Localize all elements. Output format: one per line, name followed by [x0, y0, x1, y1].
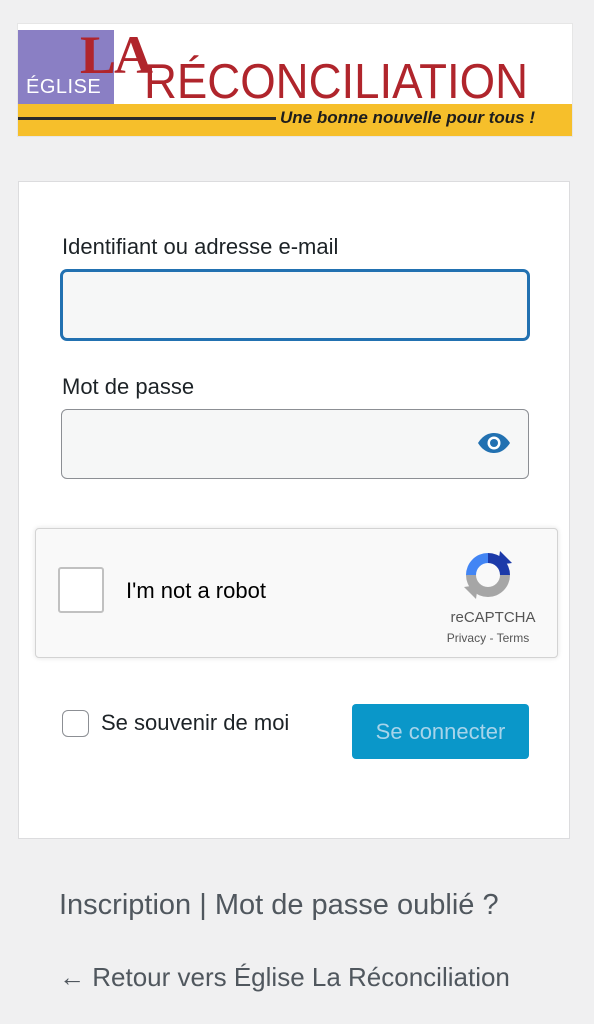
- recaptcha-checkbox[interactable]: [58, 567, 104, 613]
- nav-separator: |: [191, 889, 215, 921]
- lost-password-link[interactable]: Mot de passe oublié ?: [215, 889, 499, 921]
- recaptcha-privacy-link[interactable]: Privacy: [447, 631, 486, 645]
- remember-me-checkbox[interactable]: [62, 710, 89, 737]
- eye-icon: [478, 433, 510, 453]
- recaptcha-links-separator: -: [486, 631, 497, 645]
- recaptcha-logo-icon: [464, 551, 512, 599]
- logo-band-line: [18, 117, 276, 120]
- username-label: Identifiant ou adresse e-mail: [62, 234, 339, 259]
- back-to-blog-link[interactable]: ← Retour vers Église La Réconciliation: [59, 962, 510, 992]
- recaptcha-links: Privacy - Terms: [428, 631, 548, 645]
- login-form: Identifiant ou adresse e-mail Mot de pas…: [18, 181, 570, 839]
- show-password-button[interactable]: [475, 428, 513, 458]
- login-page: ÉGLISE LA RÉCONCILIATION Une bonne nouve…: [0, 0, 594, 1024]
- back-to-blog: ← Retour vers Église La Réconciliation: [59, 962, 510, 993]
- register-link[interactable]: Inscription: [59, 889, 191, 921]
- remember-me-label[interactable]: Se souvenir de moi: [101, 710, 289, 736]
- login-submit-button[interactable]: Se connecter: [352, 704, 529, 759]
- recaptcha-label: I'm not a robot: [126, 578, 266, 603]
- login-nav: Inscription | Mot de passe oublié ?: [59, 889, 499, 922]
- password-label: Mot de passe: [62, 374, 195, 399]
- username-input[interactable]: [61, 270, 529, 340]
- logo-name-text: RÉCONCILIATION: [144, 55, 529, 109]
- recaptcha-brand: reCAPTCHA: [450, 609, 536, 626]
- password-input[interactable]: [61, 409, 529, 479]
- recaptcha-widget: I'm not a robot reCAPTCHA Privacy - Term…: [35, 528, 558, 658]
- site-logo[interactable]: ÉGLISE LA RÉCONCILIATION Une bonne nouve…: [18, 24, 572, 136]
- back-to-blog-label: Retour vers Église La Réconciliation: [92, 962, 510, 992]
- back-arrow-icon: ←: [59, 962, 93, 992]
- recaptcha-terms-link[interactable]: Terms: [497, 631, 530, 645]
- logo-la-text: LA: [80, 25, 153, 85]
- logo-tagline: Une bonne nouvelle pour tous !: [280, 108, 535, 127]
